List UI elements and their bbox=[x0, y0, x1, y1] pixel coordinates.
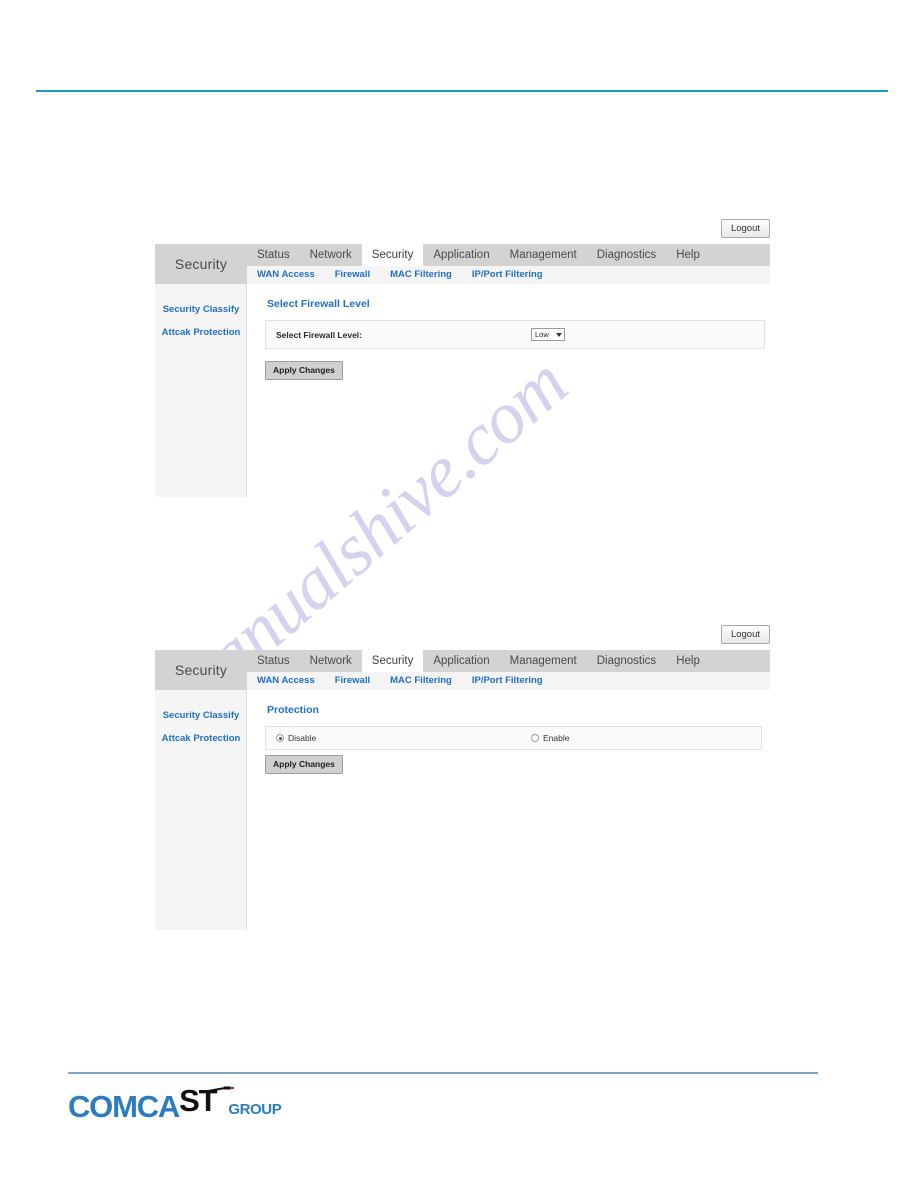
firewall-level-select[interactable]: Low bbox=[531, 328, 565, 341]
tab-diagnostics[interactable]: Diagnostics bbox=[587, 244, 666, 266]
tab-management[interactable]: Management bbox=[500, 650, 587, 672]
sidebar-item-attcak-protection[interactable]: Attcak Protection bbox=[155, 321, 246, 344]
coax-cable-icon bbox=[208, 1086, 235, 1092]
panel-body-1: Security Classify Attcak Protection Sele… bbox=[155, 284, 770, 497]
radio-disable-indicator[interactable] bbox=[276, 734, 284, 742]
protection-radio-row: Disable Enable bbox=[265, 726, 762, 750]
sidebar-1: Security Classify Attcak Protection bbox=[155, 284, 247, 497]
subtab-ip-port-filtering[interactable]: IP/Port Filtering bbox=[462, 266, 553, 284]
tab-security[interactable]: Security bbox=[361, 244, 424, 266]
chevron-down-icon bbox=[556, 332, 562, 337]
logout-button[interactable]: Logout bbox=[720, 219, 770, 238]
router-ui-panel-protection: Logout Security Status Network Security … bbox=[155, 624, 770, 930]
sidebar-item-security-classify[interactable]: Security Classify bbox=[155, 298, 246, 321]
tab-network[interactable]: Network bbox=[300, 650, 362, 672]
secondary-tabs-2: WAN Access Firewall MAC Filtering IP/Por… bbox=[247, 672, 770, 690]
page-title: Security bbox=[174, 256, 228, 272]
apply-changes-button[interactable]: Apply Changes bbox=[265, 361, 343, 380]
radio-disable-label: Disable bbox=[288, 733, 317, 743]
apply-changes-button[interactable]: Apply Changes bbox=[265, 755, 343, 774]
subtab-ip-port-filtering[interactable]: IP/Port Filtering bbox=[462, 672, 553, 690]
footer-divider-rule bbox=[68, 1072, 818, 1074]
logout-row-2: Logout bbox=[155, 624, 770, 646]
ui-frame-1: Security Status Network Security Applica… bbox=[155, 244, 770, 497]
radio-option-enable[interactable]: Enable bbox=[531, 733, 569, 743]
radio-option-disable[interactable]: Disable bbox=[276, 733, 531, 743]
logout-button[interactable]: Logout bbox=[720, 625, 770, 644]
primary-tabs-2: Status Network Security Application Mana… bbox=[247, 650, 770, 672]
panel-body-2: Security Classify Attcak Protection Prot… bbox=[155, 690, 770, 930]
firewall-level-select-value: Low bbox=[535, 330, 549, 339]
sidebar-item-security-classify[interactable]: Security Classify bbox=[155, 704, 246, 727]
content-area-2: Protection Disable Enable Apply Changes bbox=[247, 690, 770, 784]
subtab-firewall[interactable]: Firewall bbox=[325, 266, 380, 284]
tab-help[interactable]: Help bbox=[666, 244, 710, 266]
page-title: Security bbox=[174, 662, 228, 678]
subtab-wan-access[interactable]: WAN Access bbox=[247, 672, 325, 690]
subtab-mac-filtering[interactable]: MAC Filtering bbox=[380, 266, 462, 284]
panel-title-box-1: Security bbox=[155, 244, 247, 284]
subtab-wan-access[interactable]: WAN Access bbox=[247, 266, 325, 284]
secondary-tabs-1: WAN Access Firewall MAC Filtering IP/Por… bbox=[247, 266, 770, 284]
tab-help[interactable]: Help bbox=[666, 650, 710, 672]
navigation-header-2: Security Status Network Security Applica… bbox=[155, 650, 770, 690]
tab-diagnostics[interactable]: Diagnostics bbox=[587, 650, 666, 672]
tab-application[interactable]: Application bbox=[423, 244, 499, 266]
tab-status[interactable]: Status bbox=[247, 650, 300, 672]
navigation-header-1: Security Status Network Security Applica… bbox=[155, 244, 770, 284]
logo-text-comca: COMCA bbox=[68, 1089, 180, 1124]
section-title-protection: Protection bbox=[267, 704, 319, 716]
tab-status[interactable]: Status bbox=[247, 244, 300, 266]
logo-text-group: GROUP bbox=[228, 1101, 282, 1118]
tab-management[interactable]: Management bbox=[500, 244, 587, 266]
tab-security[interactable]: Security bbox=[361, 650, 424, 672]
panel-title-box-2: Security bbox=[155, 650, 247, 690]
logout-row-1: Logout bbox=[155, 218, 770, 240]
tab-application[interactable]: Application bbox=[423, 650, 499, 672]
radio-enable-indicator[interactable] bbox=[531, 734, 539, 742]
top-divider-rule bbox=[36, 90, 888, 92]
section-title-select-firewall-level: Select Firewall Level bbox=[267, 298, 370, 310]
tab-network[interactable]: Network bbox=[300, 244, 362, 266]
sidebar-item-attcak-protection[interactable]: Attcak Protection bbox=[155, 727, 246, 750]
radio-enable-label: Enable bbox=[543, 733, 570, 743]
ui-frame-2: Security Status Network Security Applica… bbox=[155, 650, 770, 930]
field-label-select-firewall-level: Select Firewall Level: bbox=[276, 329, 362, 340]
subtab-firewall[interactable]: Firewall bbox=[325, 672, 380, 690]
subtab-mac-filtering[interactable]: MAC Filtering bbox=[380, 672, 462, 690]
sidebar-2: Security Classify Attcak Protection bbox=[155, 690, 247, 930]
firewall-level-form-row: Select Firewall Level: Low bbox=[265, 320, 765, 349]
comcast-group-logo: COMCA ST GROUP bbox=[68, 1085, 282, 1124]
content-area-1: Select Firewall Level Select Firewall Le… bbox=[247, 284, 770, 390]
logo-st-wrap: ST bbox=[179, 1085, 235, 1122]
router-ui-panel-firewall-level: Logout Security Status Network Security … bbox=[155, 218, 770, 497]
primary-tabs-1: Status Network Security Application Mana… bbox=[247, 244, 770, 266]
